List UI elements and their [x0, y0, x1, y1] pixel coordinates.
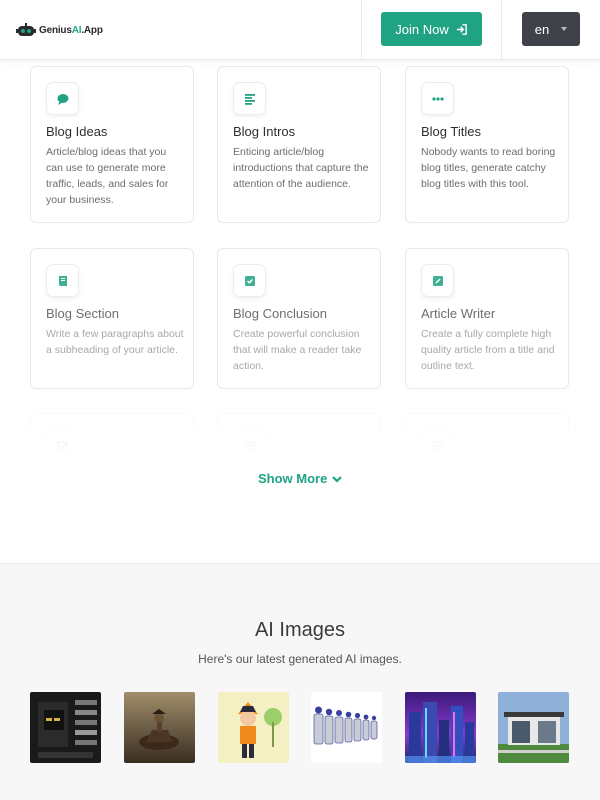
join-now-label: Join Now [395, 21, 449, 37]
ai-image-thumbnail[interactable] [498, 692, 569, 763]
card-title: Blog Section [46, 306, 119, 321]
ellipsis-icon [421, 82, 454, 115]
list-icon [421, 429, 454, 462]
card-title: Blog Titles [421, 124, 481, 139]
tool-card-faded [30, 413, 194, 503]
card-title: Blog Intros [233, 124, 296, 139]
header-divider [361, 0, 362, 60]
card-description: Article/blog ideas that you can use to g… [46, 146, 169, 206]
join-now-button[interactable]: Join Now [381, 12, 482, 46]
ai-image-thumbnail[interactable] [405, 692, 476, 763]
caret-down-icon [561, 27, 568, 31]
check-square-icon [233, 264, 266, 297]
chat-bubble-icon [46, 82, 79, 115]
list-icon [233, 429, 266, 462]
edit-square-icon [421, 264, 454, 297]
section-subtitle: Here's our latest generated AI images. [198, 652, 402, 666]
section-title: AI Images [254, 619, 346, 641]
card-description: Nobody wants to read boring blog titles,… [421, 146, 556, 190]
card-description: Write a few paragraphs about a subheadin… [46, 328, 184, 356]
logo[interactable]: GeniusAI.App [16, 22, 103, 38]
tool-card-blog-intros[interactable]: Blog Intros Enticing article/blog introd… [217, 66, 381, 223]
edit-icon [46, 429, 79, 462]
logo-text: GeniusAI.App [39, 24, 103, 36]
chevron-down-icon [332, 475, 343, 483]
card-title: Blog Ideas [46, 124, 108, 139]
tool-card-blog-section[interactable]: Blog Section Write a few paragraphs abou… [30, 248, 194, 389]
align-left-icon [233, 82, 266, 115]
book-icon [46, 264, 79, 297]
top-navbar: GeniusAI.App Join Now en [0, 0, 600, 60]
ai-image-thumbnail[interactable] [218, 692, 289, 763]
language-label: en [534, 21, 550, 37]
show-more-button[interactable]: Show More [258, 471, 343, 486]
sign-in-icon [456, 23, 467, 35]
language-dropdown[interactable]: en [522, 12, 580, 46]
ai-image-thumbnail[interactable] [311, 692, 382, 763]
ai-image-thumbnail[interactable] [30, 692, 101, 763]
card-description: Enticing article/blog introductions that… [233, 146, 369, 190]
ai-image-thumbnail[interactable] [124, 692, 195, 763]
tool-card-blog-ideas[interactable]: Blog Ideas Article/blog ideas that you c… [30, 66, 194, 223]
card-description: Create powerful conclusion that will mak… [233, 328, 362, 372]
card-description: Create a fully complete high quality art… [421, 328, 555, 372]
ai-images-section: AI Images Here's our latest generated AI… [0, 563, 600, 800]
card-title: Blog Conclusion [233, 306, 327, 321]
tool-card-article-writer[interactable]: Article Writer Create a fully complete h… [405, 248, 569, 389]
tool-card-blog-conclusion[interactable]: Blog Conclusion Create powerful conclusi… [217, 248, 381, 389]
tool-card-faded [217, 413, 381, 503]
header-divider [501, 0, 502, 60]
robot-logo-icon [16, 22, 36, 38]
tool-card-blog-titles[interactable]: Blog Titles Nobody wants to read boring … [405, 66, 569, 223]
tool-card-faded [405, 413, 569, 503]
show-more-label: Show More [258, 471, 328, 486]
card-title: Article Writer [421, 306, 496, 321]
